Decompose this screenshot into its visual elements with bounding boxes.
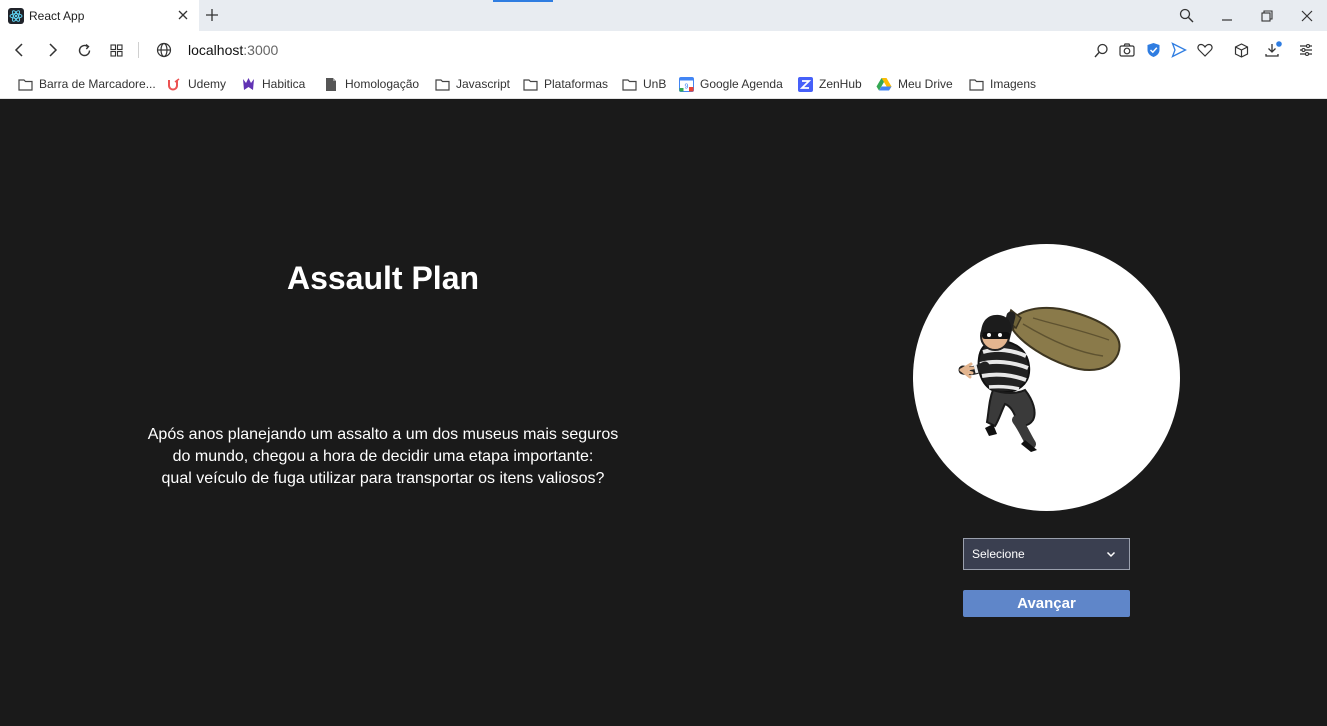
bookmark-label: Habitica xyxy=(262,77,306,91)
page-title: Assault Plan xyxy=(286,260,480,296)
advance-button[interactable]: Avançar xyxy=(963,590,1130,617)
close-tab-icon[interactable] xyxy=(175,7,191,23)
folder-icon xyxy=(434,76,450,92)
extensions-cube-icon[interactable] xyxy=(1232,41,1250,59)
minimize-icon[interactable] xyxy=(1207,0,1247,31)
bookmark-label: Udemy xyxy=(188,77,227,91)
bookmark-unb[interactable]: UnB xyxy=(621,75,666,93)
bookmark-zenhub[interactable]: ZenHub xyxy=(797,75,862,93)
bookmark-homologacao[interactable]: Homologação xyxy=(323,75,419,93)
description-line: do mundo, chegou a hora de decidir uma e… xyxy=(172,448,594,465)
bookmark-label: Plataformas xyxy=(544,77,609,91)
address-bar-row: localhost:3000 xyxy=(0,31,1327,69)
description-line: qual veículo de fuga utilizar para trans… xyxy=(161,470,605,487)
tab-accent-line xyxy=(493,0,553,2)
folder-icon xyxy=(968,76,984,92)
bookmark-imagens[interactable]: Imagens xyxy=(968,75,1036,93)
bookmark-barra-de-marcadores[interactable]: Barra de Marcadore... xyxy=(17,75,156,93)
reload-icon[interactable] xyxy=(74,40,94,60)
bookmark-habitica[interactable]: Habitica xyxy=(240,75,305,93)
snapshot-camera-icon[interactable] xyxy=(1118,41,1136,59)
bookmark-label: Barra de Marcadore... xyxy=(39,77,156,91)
tab-react-app[interactable]: React App xyxy=(0,0,199,31)
folder-icon xyxy=(621,76,637,92)
bookmark-label: UnB xyxy=(643,77,667,91)
bookmark-plataformas[interactable]: Plataformas xyxy=(522,75,608,93)
restore-icon[interactable] xyxy=(1247,0,1287,31)
bookmark-label: ZenHub xyxy=(819,77,862,91)
back-icon[interactable] xyxy=(10,40,30,60)
tab-title: React App xyxy=(29,8,85,23)
url-host: localhost xyxy=(188,42,244,58)
bookmark-label: Google Agenda xyxy=(700,77,783,91)
bookmark-udemy[interactable]: Udemy xyxy=(166,75,226,93)
google-drive-icon xyxy=(876,76,892,92)
bookmark-google-agenda[interactable]: 9 Google Agenda xyxy=(678,75,783,93)
habitica-icon xyxy=(240,76,256,92)
search-tabs-icon[interactable] xyxy=(1166,0,1206,31)
thief-illustration xyxy=(913,244,1180,511)
site-info-globe-icon[interactable] xyxy=(154,40,174,60)
close-window-icon[interactable] xyxy=(1287,0,1327,31)
folder-icon xyxy=(17,76,33,92)
thief-with-loot-bag-icon xyxy=(958,306,1121,452)
intro-description: Após anos planejando um assalto a um dos… xyxy=(133,424,633,490)
folder-icon xyxy=(522,76,538,92)
react-favicon-icon xyxy=(8,7,24,24)
address-separator xyxy=(138,42,139,58)
chevron-down-icon xyxy=(1105,548,1117,560)
search-page-icon[interactable] xyxy=(1092,41,1110,59)
escape-vehicle-select[interactable]: Selecione xyxy=(963,538,1130,570)
favorites-heart-icon[interactable] xyxy=(1196,41,1214,59)
bookmark-label: Javascript xyxy=(456,77,511,91)
document-icon xyxy=(323,76,339,92)
select-value: Selecione xyxy=(972,547,1025,561)
bookmark-meu-drive[interactable]: Meu Drive xyxy=(876,75,953,93)
speed-dial-icon[interactable] xyxy=(106,40,126,60)
address-field[interactable]: localhost:3000 xyxy=(188,42,278,58)
downloads-icon[interactable] xyxy=(1264,41,1282,59)
new-tab-icon[interactable] xyxy=(203,6,221,24)
bookmark-javascript[interactable]: Javascript xyxy=(434,75,510,93)
bookmarks-bar: Barra de Marcadore... Udemy Habitica Hom… xyxy=(0,69,1327,99)
description-line: Após anos planejando um assalto a um dos… xyxy=(147,426,619,443)
forward-icon[interactable] xyxy=(42,40,62,60)
udemy-icon xyxy=(166,76,182,92)
google-calendar-icon: 9 xyxy=(678,76,694,92)
svg-text:9: 9 xyxy=(684,83,688,90)
url-port: :3000 xyxy=(243,42,279,58)
easy-setup-settings-icon[interactable] xyxy=(1297,41,1315,59)
tab-strip: React App xyxy=(0,0,1327,31)
zenhub-icon xyxy=(797,76,813,92)
send-arrow-icon[interactable] xyxy=(1170,41,1188,59)
bookmark-label: Imagens xyxy=(990,77,1037,91)
bookmark-label: Homologação xyxy=(345,77,420,91)
bookmark-label: Meu Drive xyxy=(898,77,953,91)
shield-vpn-icon[interactable] xyxy=(1144,41,1162,59)
